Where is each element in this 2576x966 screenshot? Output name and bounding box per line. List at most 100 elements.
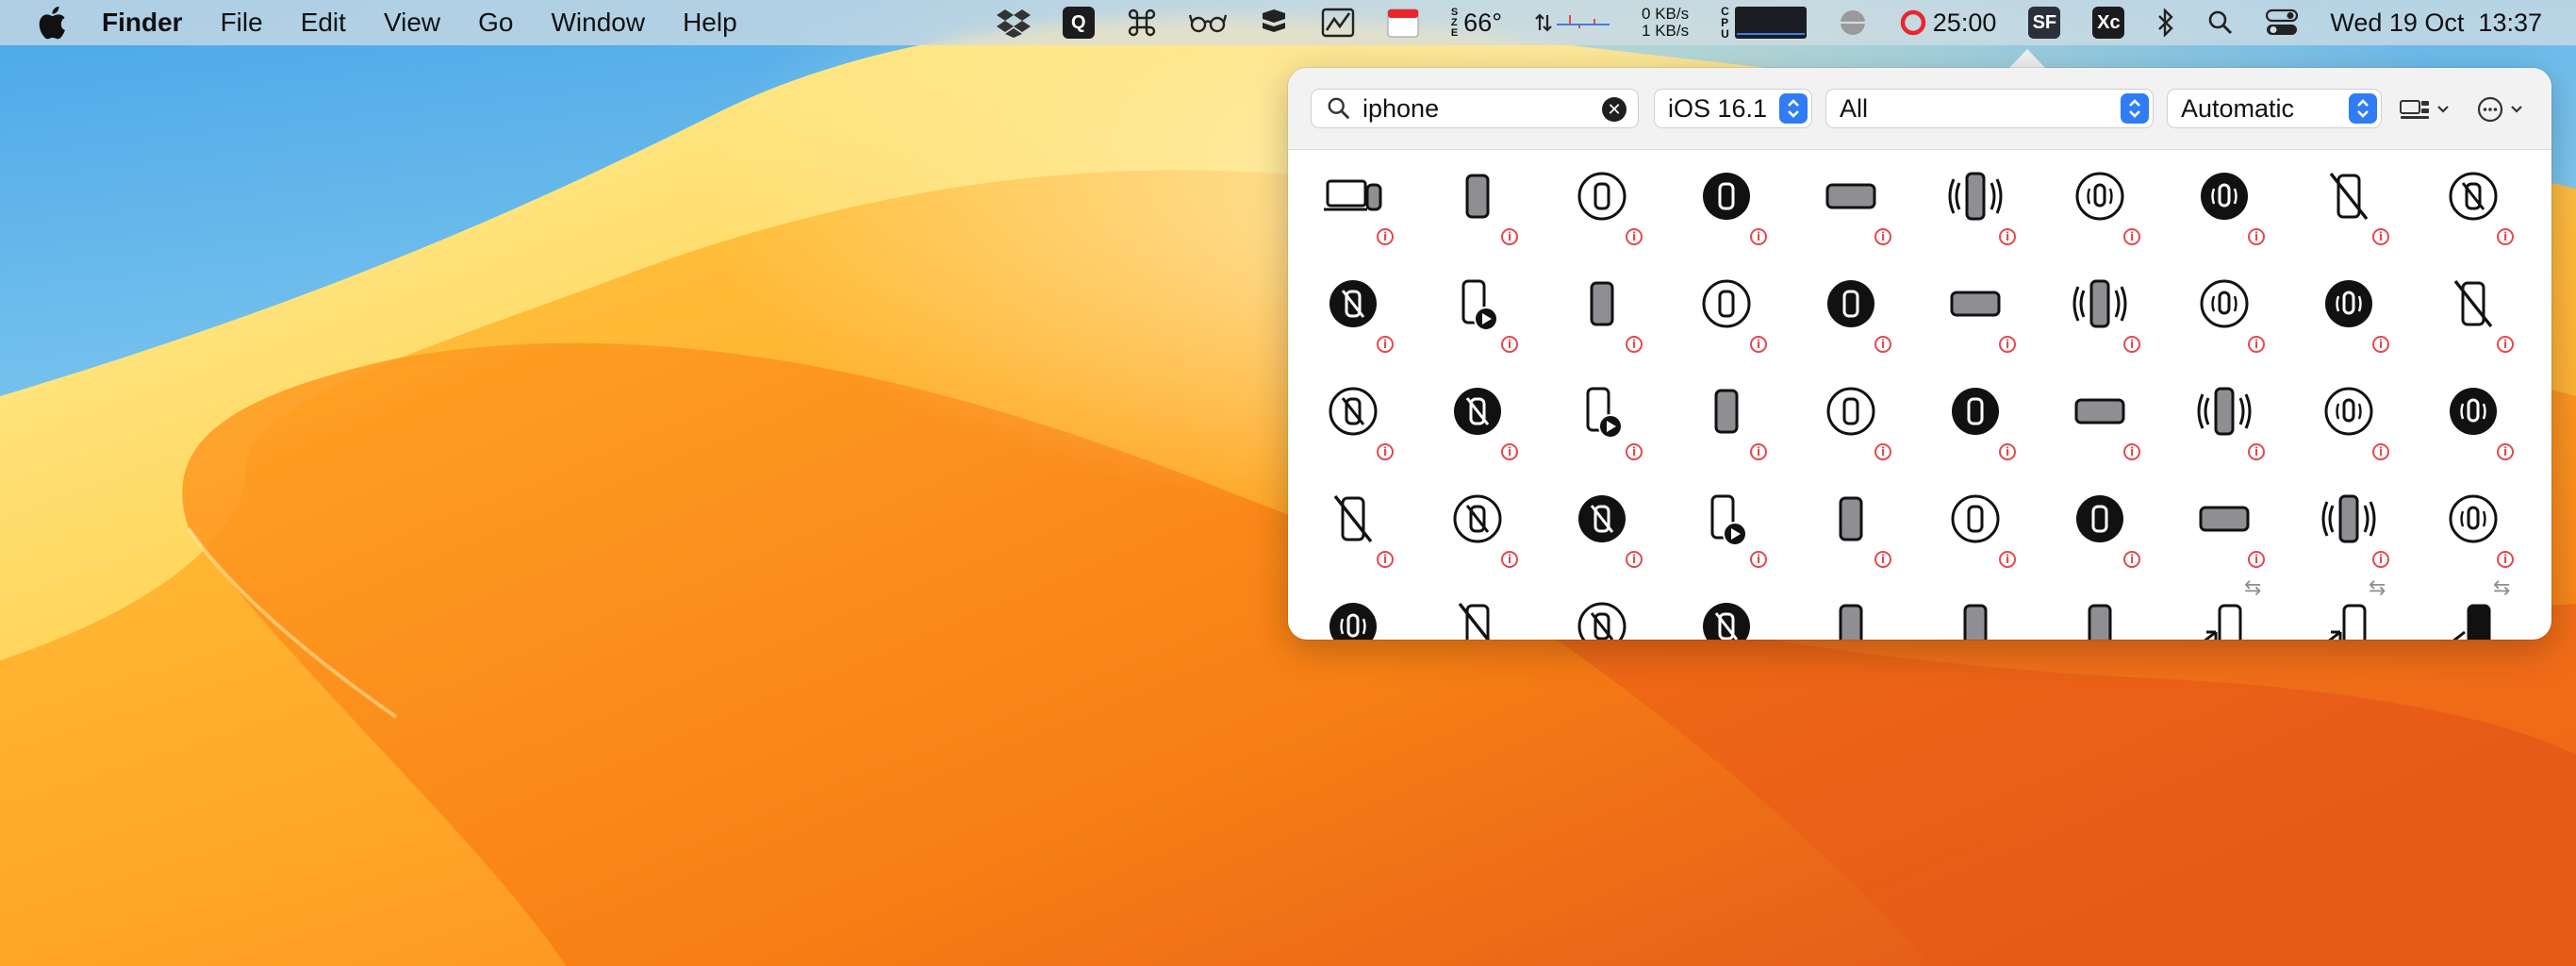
info-badge-icon[interactable]: i [1750,336,1767,353]
info-badge-icon[interactable]: i [2123,443,2140,460]
info-badge-icon[interactable]: i [1750,443,1767,460]
info-badge-icon[interactable]: i [1750,551,1767,568]
version-select-stepper[interactable] [1779,93,1808,124]
info-badge-icon[interactable]: i [2497,551,2514,568]
symbol-cell-iphone-gen2-slash-circle[interactable]: i [1297,370,1422,477]
apple-menu-icon[interactable] [34,4,68,42]
category-select-stepper[interactable] [2121,93,2149,124]
timer-status[interactable]: 25:00 [1899,0,1996,45]
info-badge-icon[interactable]: i [1377,228,1394,245]
symbol-cell-iphone-gen1-radiowaves[interactable]: i [2293,477,2418,585]
command-status[interactable] [1127,0,1157,45]
symbol-cell-iphone-gen1-radiowaves-circle-fill[interactable] [1297,585,1422,640]
info-badge-icon[interactable]: i [1999,551,2016,568]
toggle-status[interactable] [1839,0,1867,45]
symbol-cell-iphone-gen1-slash-circle[interactable] [1546,585,1671,640]
info-badge-icon[interactable]: i [2497,336,2514,353]
symbol-cell-iphone-homebutton-lock[interactable] [1920,585,2044,640]
control-center-status[interactable] [2266,0,2299,45]
search-field[interactable]: ✕ [1311,89,1639,128]
symbol-cell-iphone-gen2-radiowaves-circle-fill[interactable]: i [2293,262,2418,370]
q-status[interactable]: Q [1062,0,1095,45]
menu-edit[interactable]: Edit [301,8,346,38]
symbol-cell-iphone-gen3-landscape[interactable]: i [2044,370,2169,477]
symbol-cell-iphone-radiowaves-circle-fill[interactable]: i [2169,155,2293,262]
symbol-cell-iphone-gen3-play[interactable]: i [1671,477,1795,585]
symbol-cell-iphone-gen2-play[interactable]: i [1546,370,1671,477]
symbol-cell-iphone-landscape[interactable]: i [1795,155,1920,262]
menu-help[interactable]: Help [683,8,737,38]
symbol-cell-iphone-homebutton-badge[interactable] [2044,585,2169,640]
info-badge-icon[interactable]: i [1626,551,1643,568]
symbol-cell-iphone-gen1-circle-fill[interactable]: i [2044,477,2169,585]
symbol-cell-iphone-gen3-slash[interactable]: i [1297,477,1422,585]
category-select[interactable]: All [1825,89,2154,128]
info-badge-icon[interactable]: i [1874,443,1891,460]
info-badge-icon[interactable]: i [1377,336,1394,353]
info-badge-icon[interactable]: i [1626,443,1643,460]
info-badge-icon[interactable]: i [2497,443,2514,460]
symbol-cell-iphone-gen2-landscape[interactable]: i [1920,262,2044,370]
menu-app-name[interactable]: Finder [102,8,183,38]
info-badge-icon[interactable]: i [2248,228,2265,245]
menu-go[interactable]: Go [478,8,513,38]
symbol-cell-laptop-iphone[interactable]: i [1297,155,1422,262]
clear-search-button[interactable]: ✕ [1602,97,1627,122]
view-mode-button[interactable] [2399,92,2459,126]
menu-window[interactable]: Window [551,8,645,38]
symbol-cell-iphone-gen1-circle[interactable]: i [1920,477,2044,585]
symbol-cell-iphone-play[interactable]: i [1422,262,1546,370]
info-badge-icon[interactable]: i [2123,551,2140,568]
symbol-cell-iphone-gen2-circle-fill[interactable]: i [1795,262,1920,370]
version-select[interactable]: iOS 16.1 [1654,89,1812,128]
symbol-cell-iphone-gen3-radiowaves-circle[interactable]: i [2293,370,2418,477]
dropbox-status[interactable] [996,0,1031,45]
weather-status[interactable]: SZE 66° [1451,0,1502,45]
symbol-cell-iphone-gen3-radiowaves-circle-fill[interactable]: i [2418,370,2542,477]
rendering-select[interactable]: Automatic [2167,89,2382,128]
symbol-cell-iphone-gen1-fill[interactable]: i [1795,477,1920,585]
info-badge-icon[interactable]: i [1999,336,2016,353]
symbol-cell-iphone-arrow-fill[interactable]: ⇆ [2418,575,2542,640]
info-badge-icon[interactable]: i [1874,228,1891,245]
bluetooth-status[interactable] [2156,0,2175,45]
info-badge-icon[interactable]: i [1377,443,1394,460]
symbol-cell-iphone-gen3-circle-fill[interactable]: i [1920,370,2044,477]
symbol-cell-iphone-gen3-radiowaves[interactable]: i [2169,370,2293,477]
info-badge-icon[interactable]: i [2372,551,2389,568]
symbol-cell-iphone-gen3-slash-circle-fill[interactable]: i [1546,477,1671,585]
symbol-cell-iphone-radiowaves-circle[interactable]: i [2044,155,2169,262]
info-badge-icon[interactable]: i [1501,228,1518,245]
info-badge-icon[interactable]: i [1626,228,1643,245]
symbol-cell-iphone-gen2-slash[interactable]: i [2418,262,2542,370]
symbol-cell-iphone-circle[interactable]: i [1546,155,1671,262]
info-badge-icon[interactable]: i [1501,443,1518,460]
info-badge-icon[interactable]: i [2248,551,2265,568]
symbol-cell-iphone-gen2-radiowaves-circle[interactable]: i [2169,262,2293,370]
symbol-cell-iphone-gen1-radiowaves-circle[interactable]: i [2418,477,2542,585]
info-badge-icon[interactable]: i [2123,336,2140,353]
symbol-cell-iphone-arrow-left[interactable]: ⇆ [2293,575,2418,640]
info-badge-icon[interactable]: i [2123,228,2140,245]
calendar-status[interactable] [1387,0,1419,45]
info-badge-icon[interactable]: i [2372,336,2389,353]
info-badge-icon[interactable]: i [1874,336,1891,353]
info-badge-icon[interactable]: i [2248,443,2265,460]
symbol-cell-iphone-gen1-slash[interactable] [1422,585,1546,640]
glasses-status[interactable] [1188,0,1227,45]
info-badge-icon[interactable]: i [1999,228,2016,245]
symbol-cell-iphone-circle-fill[interactable]: i [1671,155,1795,262]
clock-status[interactable]: Wed 19 Oct 13:37 [2330,0,2542,45]
info-badge-icon[interactable]: i [2372,443,2389,460]
symbol-cell-iphone-slash-circle[interactable]: i [2418,155,2542,262]
symbol-cell-iphone-gen2-circle[interactable]: i [1671,262,1795,370]
symbol-cell-iphone-gen1-landscape[interactable]: i [2169,477,2293,585]
info-badge-icon[interactable]: i [2497,228,2514,245]
symbol-cell-iphone-gen2-fill[interactable]: i [1546,262,1671,370]
info-badge-icon[interactable]: i [1999,443,2016,460]
menu-file[interactable]: File [221,8,263,38]
symbol-cell-iphone-gen2-slash-circle-fill[interactable]: i [1422,370,1546,477]
symbol-cell-iphone-gen2-radiowaves[interactable]: i [2044,262,2169,370]
info-badge-icon[interactable]: i [1750,228,1767,245]
symbol-cell-iphone-slash-circle-fill[interactable]: i [1297,262,1422,370]
